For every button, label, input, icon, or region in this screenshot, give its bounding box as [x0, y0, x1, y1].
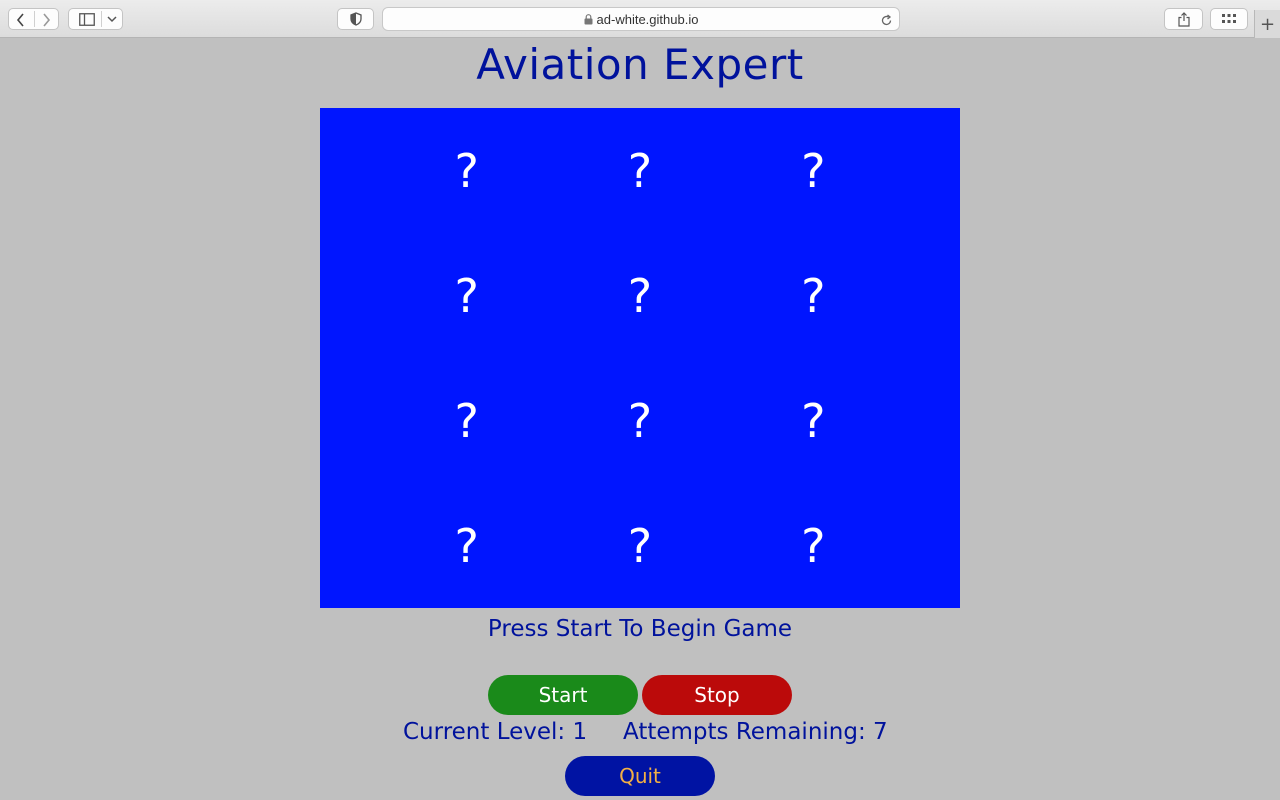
new-tab-button[interactable]: + [1254, 10, 1280, 38]
privacy-report-button[interactable] [337, 8, 374, 30]
card-tile[interactable]: ? [727, 483, 900, 608]
sidebar-icon[interactable] [79, 13, 95, 26]
address-bar[interactable]: ad-white.github.io [382, 7, 900, 31]
quit-button[interactable]: Quit [565, 756, 715, 796]
start-button[interactable]: Start [488, 675, 638, 715]
browser-toolbar: ad-white.github.io + [0, 0, 1280, 38]
attempts-label: Attempts Remaining: [623, 719, 866, 745]
card-tile[interactable]: ? [380, 483, 553, 608]
url-text: ad-white.github.io [596, 12, 699, 27]
tab-overview-icon [1222, 14, 1236, 24]
lock-icon [584, 13, 593, 28]
back-icon[interactable] [15, 13, 27, 27]
game-board: ? ? ? ? ? ? ? ? ? ? ? ? [320, 108, 960, 608]
history-nav-group [8, 8, 59, 30]
sidebar-button-group [68, 8, 123, 30]
attempts-remaining: Attempts Remaining: 7 [623, 719, 888, 745]
share-button[interactable] [1164, 8, 1203, 30]
attempts-value: 7 [873, 719, 888, 745]
tab-overview-button[interactable] [1210, 8, 1248, 30]
card-tile[interactable]: ? [380, 108, 553, 233]
level-label: Current Level: [403, 719, 566, 745]
card-tile[interactable]: ? [553, 108, 726, 233]
level-value: 1 [572, 719, 588, 745]
card-tile[interactable]: ? [553, 358, 726, 483]
card-tile[interactable]: ? [553, 233, 726, 358]
page-title: Aviation Expert [476, 40, 804, 89]
chevron-down-icon[interactable] [107, 15, 117, 23]
forward-icon[interactable] [40, 13, 52, 27]
stop-button[interactable]: Stop [642, 675, 792, 715]
shield-icon [349, 12, 362, 26]
status-message: Press Start To Begin Game [487, 616, 793, 642]
card-tile[interactable]: ? [727, 358, 900, 483]
card-tile[interactable]: ? [727, 108, 900, 233]
reload-icon[interactable] [880, 12, 893, 31]
share-icon [1177, 11, 1190, 27]
card-tile[interactable]: ? [380, 233, 553, 358]
card-tile[interactable]: ? [553, 483, 726, 608]
card-tile[interactable]: ? [727, 233, 900, 358]
current-level: Current Level: 1 [403, 719, 587, 745]
card-tile[interactable]: ? [380, 358, 553, 483]
